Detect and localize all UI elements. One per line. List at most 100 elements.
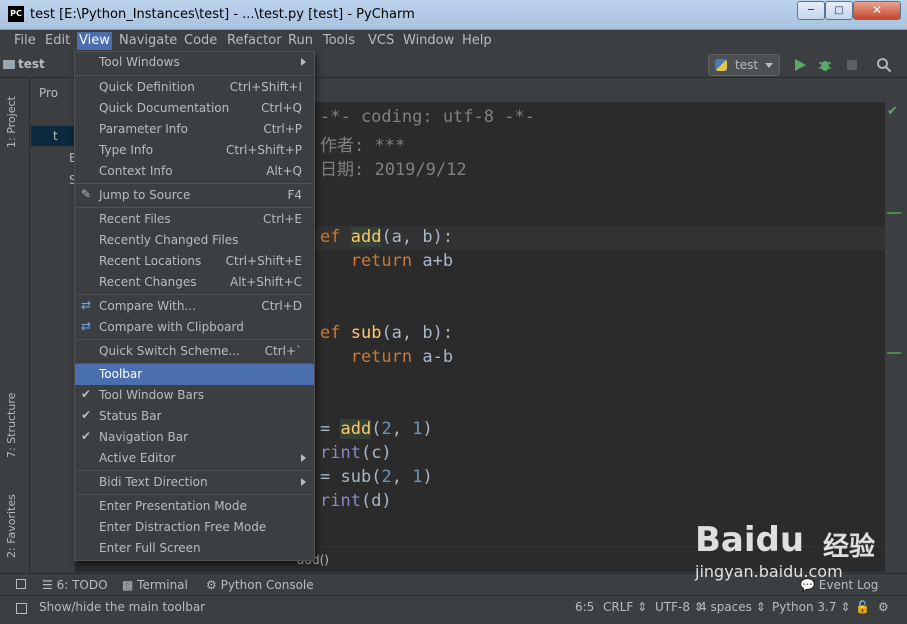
code-line: ef add(a, b): (320, 227, 454, 247)
status-message: Show/hide the main toolbar (39, 600, 206, 614)
debug-icon[interactable] (817, 57, 833, 73)
code-line: 作者: *** (320, 136, 406, 156)
menu-view[interactable]: View (77, 32, 112, 50)
folder-icon (3, 60, 15, 69)
menu-item-recent-files[interactable]: Recent Files Ctrl+E (75, 209, 314, 230)
terminal-tab[interactable]: ▩ Terminal (122, 578, 188, 592)
menu-divider (76, 207, 313, 208)
tree-row[interactable]: t (31, 126, 75, 146)
menu-bar: File Edit View Navigate Code Refactor Ru… (0, 30, 907, 52)
menu-item-full-screen[interactable]: Enter Full Screen (75, 538, 314, 559)
clipboard-compare-icon: ⇄ (81, 319, 92, 333)
watermark-sub: 经验 (823, 532, 876, 562)
menu-item-tool-windows[interactable]: Tool Windows (75, 52, 314, 73)
menu-item-tool-window-bars[interactable]: ✔ Tool Window Bars (75, 385, 314, 406)
code-line: rint(d) (320, 491, 392, 511)
menu-item-navigation-bar[interactable]: ✔ Navigation Bar (75, 427, 314, 448)
breadcrumb-project[interactable]: test (18, 57, 45, 71)
run-config-selector[interactable]: test (708, 54, 780, 76)
menu-item-compare-with-clipboard[interactable]: ⇄ Compare with Clipboard (75, 317, 314, 338)
run-config-label: test (735, 58, 759, 72)
menu-item-recent-locations[interactable]: Recent Locations Ctrl+Shift+E (75, 251, 314, 272)
minimize-button[interactable]: ─ (797, 1, 825, 20)
project-panel: Pro t E S (31, 78, 77, 572)
menu-item-quick-documentation[interactable]: Quick Documentation Ctrl+Q (75, 98, 314, 119)
tab-structure[interactable]: 7: Structure (5, 393, 18, 458)
tree-row[interactable]: S (31, 170, 77, 190)
lock-icon[interactable]: 🔓 (855, 600, 870, 614)
menu-item-recent-changes[interactable]: Recent Changes Alt+Shift+C (75, 272, 314, 293)
tab-project[interactable]: 1: Project (5, 96, 18, 148)
caret-position[interactable]: 6:5 (575, 600, 594, 614)
menu-item-presentation-mode[interactable]: Enter Presentation Mode (75, 496, 314, 517)
menu-tools[interactable]: Tools (321, 32, 357, 50)
checkmark-icon: ✔ (81, 429, 92, 443)
menu-run[interactable]: Run (286, 32, 315, 50)
code-line: = sub(2, 1) (320, 467, 433, 487)
code-line: 日期: 2019/9/12 (320, 160, 467, 180)
close-button[interactable]: ✕ (853, 1, 901, 20)
submenu-arrow-icon (301, 58, 306, 66)
code-line: = add(2, 1) (320, 419, 433, 439)
menu-item-distraction-free-mode[interactable]: Enter Distraction Free Mode (75, 517, 314, 538)
submenu-arrow-icon (301, 454, 306, 462)
checkmark-icon: ✔ (81, 408, 92, 422)
chevron-down-icon (765, 63, 773, 68)
inspector-icon[interactable]: ⚙ (878, 600, 889, 614)
window-title-bar: PC test [E:\Python_Instances\test] - ...… (0, 0, 907, 30)
menu-refactor[interactable]: Refactor (225, 32, 284, 50)
tree-row[interactable]: E (31, 148, 77, 168)
pycharm-logo-icon: PC (8, 6, 24, 22)
compare-icon: ⇄ (81, 298, 92, 312)
check-icon: ✔ (887, 104, 898, 119)
menu-window[interactable]: Window (401, 32, 456, 50)
menu-edit[interactable]: Edit (43, 32, 72, 50)
menu-item-quick-switch-scheme[interactable]: Quick Switch Scheme... Ctrl+` (75, 341, 314, 362)
menu-code[interactable]: Code (182, 32, 219, 50)
menu-item-context-info[interactable]: Context Info Alt+Q (75, 161, 314, 182)
stop-icon[interactable] (844, 57, 860, 73)
search-icon[interactable] (876, 57, 892, 73)
menu-item-parameter-info[interactable]: Parameter Info Ctrl+P (75, 119, 314, 140)
submenu-arrow-icon (301, 478, 306, 486)
baidu-watermark: Baidu 经验 jingyan.baidu.com (695, 520, 895, 600)
menu-item-toolbar[interactable]: Toolbar (75, 364, 314, 385)
change-marker (887, 352, 901, 354)
run-icon[interactable] (792, 57, 808, 73)
line-separator[interactable]: CRLF ⇕ (603, 600, 647, 614)
interpreter-selector[interactable]: Python 3.7 ⇕ (772, 600, 850, 614)
menu-divider (76, 75, 313, 76)
file-encoding[interactable]: UTF-8 ⇕ (655, 600, 704, 614)
left-tool-strip: 1: Project 7: Structure 2: Favorites (0, 78, 30, 572)
menu-divider (76, 294, 313, 295)
todo-tab[interactable]: ☰ 6: TODO (42, 578, 108, 592)
menu-vcs[interactable]: VCS (366, 32, 396, 50)
code-line: return a+b (320, 251, 454, 271)
code-line: rint(c) (320, 443, 392, 463)
menu-item-bidi-text-direction[interactable]: Bidi Text Direction (75, 472, 314, 493)
panel-toggle-icon[interactable] (16, 579, 26, 589)
status-window-icon[interactable] (16, 603, 27, 614)
menu-item-recently-changed-files[interactable]: Recently Changed Files (75, 230, 314, 251)
menu-divider (76, 494, 313, 495)
menu-item-quick-definition[interactable]: Quick Definition Ctrl+Shift+I (75, 77, 314, 98)
project-panel-header: Pro (39, 86, 59, 100)
python-console-tab[interactable]: ⚙ Python Console (206, 578, 314, 592)
maximize-button[interactable]: □ (825, 1, 853, 20)
pencil-icon: ✎ (81, 187, 92, 201)
menu-item-compare-with[interactable]: ⇄ Compare With... Ctrl+D (75, 296, 314, 317)
menu-item-jump-to-source[interactable]: ✎ Jump to Source F4 (75, 185, 314, 206)
menu-item-type-info[interactable]: Type Info Ctrl+Shift+P (75, 140, 314, 161)
view-menu-dropdown: Tool Windows Quick Definition Ctrl+Shift+… (74, 51, 315, 561)
indent-setting[interactable]: 4 spaces ⇕ (699, 600, 766, 614)
python-icon (715, 59, 727, 71)
tab-favorites[interactable]: 2: Favorites (5, 494, 18, 558)
checkmark-icon: ✔ (81, 387, 92, 401)
menu-file[interactable]: File (12, 32, 38, 50)
menu-divider (76, 470, 313, 471)
menu-help[interactable]: Help (460, 32, 494, 50)
change-marker (887, 212, 901, 214)
menu-item-status-bar[interactable]: ✔ Status Bar (75, 406, 314, 427)
menu-navigate[interactable]: Navigate (117, 32, 179, 50)
menu-item-active-editor[interactable]: Active Editor (75, 448, 314, 469)
